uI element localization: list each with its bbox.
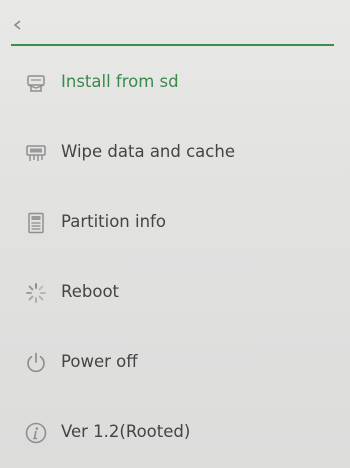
back-arrow-icon[interactable] (9, 15, 27, 35)
menu-item-label: Wipe data and cache (61, 142, 235, 161)
menu-item-install-from-sd[interactable]: Install from sd (0, 48, 350, 118)
menu-item-reboot[interactable]: Reboot (0, 258, 350, 328)
reboot-spinner-icon (24, 281, 48, 305)
menu-item-label: Reboot (61, 282, 120, 301)
menu-item-label: Ver 1.2(Rooted) (61, 422, 191, 441)
menu-item-wipe-data-and-cache[interactable]: Wipe data and cache (0, 118, 350, 188)
sd-install-icon (24, 71, 48, 95)
info-icon (24, 421, 48, 445)
partition-icon (24, 211, 48, 235)
top-bar (0, 0, 350, 46)
menu-item-power-off[interactable]: Power off (0, 328, 350, 398)
wipe-icon (24, 141, 48, 165)
power-icon (24, 351, 48, 375)
recovery-menu-screen: Install from sd Wipe data and cache Part… (0, 0, 350, 466)
menu-item-label: Partition info (61, 212, 166, 231)
menu-item-label: Install from sd (61, 72, 179, 91)
menu-item-version[interactable]: Ver 1.2(Rooted) (0, 398, 350, 468)
menu-item-partition-info[interactable]: Partition info (0, 188, 350, 258)
header-divider (11, 44, 334, 46)
menu-item-label: Power off (61, 352, 138, 371)
